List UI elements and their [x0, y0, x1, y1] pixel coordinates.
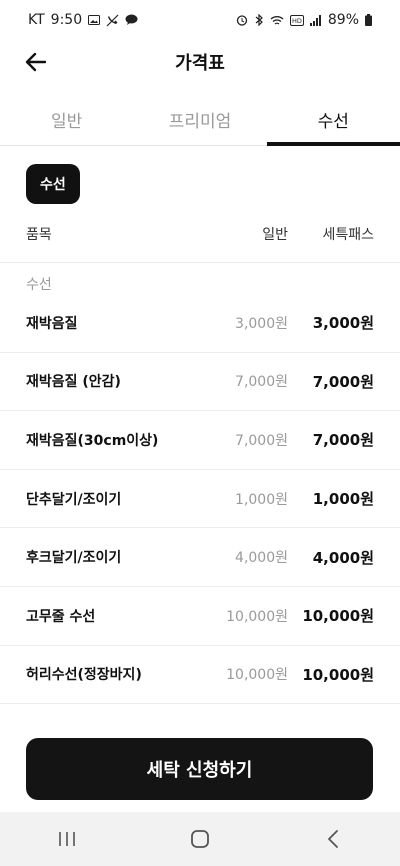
- item-name: 재박음질 (안감): [26, 374, 121, 391]
- time-label: 9:50: [50, 12, 83, 28]
- item-name: 후크달기/조이기: [26, 550, 122, 567]
- divider: [0, 262, 400, 263]
- column-header: 품목 일반 세특패스: [26, 218, 374, 250]
- home-button[interactable]: [170, 819, 230, 859]
- status-bar: KT 9:50 HD 89%: [0, 0, 400, 40]
- item-price-normal: 1,000원: [235, 491, 288, 508]
- list-item: 단추달기/조이기 1,000원 1,000원: [0, 470, 400, 529]
- home-icon: [191, 830, 209, 848]
- item-price-pass: 3,000원: [312, 314, 374, 333]
- item-price-pass: 10,000원: [302, 607, 374, 626]
- list-item: 재박음질 3,000원 3,000원: [0, 294, 400, 353]
- item-price-normal: 7,000원: [235, 432, 288, 449]
- item-name: 허리수선(정장바지): [26, 667, 142, 684]
- hd-icon: HD: [289, 14, 304, 26]
- alarm-icon: [236, 14, 248, 26]
- tab-repair[interactable]: 수선: [266, 94, 400, 146]
- app-header: 가격표: [0, 40, 400, 84]
- status-left: KT 9:50: [28, 12, 138, 28]
- section-label: 수선: [26, 277, 52, 293]
- back-chevron-icon: [328, 830, 339, 848]
- price-list: 재박음질 3,000원 3,000원 재박음질 (안감) 7,000원 7,00…: [0, 294, 400, 705]
- column-item-label: 품목: [26, 227, 52, 243]
- recent-apps-icon: [58, 832, 75, 846]
- recent-apps-button[interactable]: [37, 819, 97, 859]
- image-icon: [88, 14, 101, 26]
- item-price-normal: 10,000원: [226, 608, 288, 625]
- system-back-button[interactable]: [303, 819, 363, 859]
- tab-bar: 일반 프리미엄 수선: [0, 94, 400, 146]
- apply-laundry-button[interactable]: 세탁 신청하기: [26, 738, 373, 800]
- tab-premium[interactable]: 프리미엄: [133, 94, 266, 145]
- signal-icon: [309, 14, 322, 26]
- status-right: HD 89%: [236, 12, 372, 28]
- list-item: 허리수선(정장바지) 10,000원 10,000원: [0, 646, 400, 705]
- item-price-pass: 1,000원: [312, 490, 374, 509]
- list-item: 고무줄 수선 10,000원 10,000원: [0, 587, 400, 646]
- item-name: 재박음질(30cm이상): [26, 432, 159, 449]
- item-price-normal: 10,000원: [226, 667, 288, 684]
- item-name: 재박음질: [26, 315, 78, 332]
- item-price-pass: 7,000원: [312, 431, 374, 450]
- item-price-normal: 4,000원: [235, 550, 288, 567]
- item-price-pass: 4,000원: [312, 548, 374, 567]
- list-item: 재박음질 (안감) 7,000원 7,000원: [0, 353, 400, 412]
- page-title: 가격표: [175, 53, 225, 74]
- arrow-left-icon: [25, 52, 47, 72]
- system-nav-bar: [0, 812, 400, 866]
- battery-label: 89%: [327, 12, 359, 28]
- battery-icon: [365, 14, 372, 26]
- list-item: 후크달기/조이기 4,000원 4,000원: [0, 528, 400, 587]
- item-name: 고무줄 수선: [26, 608, 96, 625]
- item-name: 단추달기/조이기: [26, 491, 122, 508]
- muted-call-icon: [106, 14, 119, 27]
- back-button[interactable]: [22, 48, 50, 76]
- wifi-icon: [270, 15, 284, 26]
- svg-text:HD: HD: [292, 17, 302, 25]
- column-pass-label: 세특패스: [322, 227, 374, 243]
- item-price-pass: 7,000원: [312, 372, 374, 391]
- category-chip[interactable]: 수선: [26, 164, 80, 204]
- item-price-pass: 10,000원: [302, 665, 374, 684]
- chat-icon: [125, 14, 138, 26]
- carrier-label: KT: [28, 12, 45, 28]
- column-normal-label: 일반: [262, 227, 288, 243]
- item-price-normal: 7,000원: [235, 374, 288, 391]
- item-price-normal: 3,000원: [235, 315, 288, 332]
- bluetooth-icon: [254, 14, 264, 26]
- list-item: 재박음질(30cm이상) 7,000원 7,000원: [0, 411, 400, 470]
- tab-general[interactable]: 일반: [0, 94, 133, 145]
